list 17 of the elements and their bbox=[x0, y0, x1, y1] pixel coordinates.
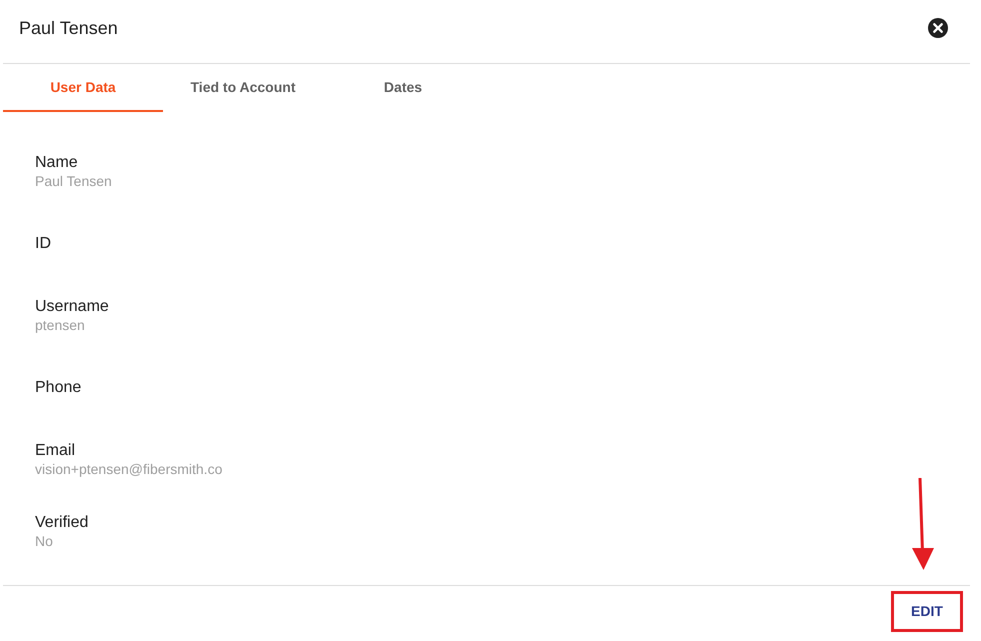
edit-button[interactable]: EDIT bbox=[897, 595, 957, 627]
tab[interactable]: User Data bbox=[3, 64, 163, 112]
field-value: No bbox=[35, 532, 53, 550]
field-label: Email bbox=[35, 442, 76, 460]
field-value: vision+ptensen@fibersmith.co bbox=[35, 460, 222, 478]
close-button[interactable] bbox=[928, 18, 948, 38]
field-label: Phone bbox=[35, 379, 82, 397]
field-label: Verified bbox=[35, 514, 88, 532]
tab[interactable]: Dates bbox=[323, 64, 483, 112]
field-value: ptensen bbox=[35, 316, 85, 334]
field-value: Paul Tensen bbox=[35, 172, 112, 190]
close-icon bbox=[928, 18, 948, 38]
field-label: Name bbox=[35, 154, 78, 172]
dialog-title: Paul Tensen bbox=[19, 16, 118, 38]
field-label: ID bbox=[35, 235, 51, 253]
tab[interactable]: Tied to Account bbox=[163, 64, 323, 112]
field-label: Username bbox=[35, 298, 109, 316]
